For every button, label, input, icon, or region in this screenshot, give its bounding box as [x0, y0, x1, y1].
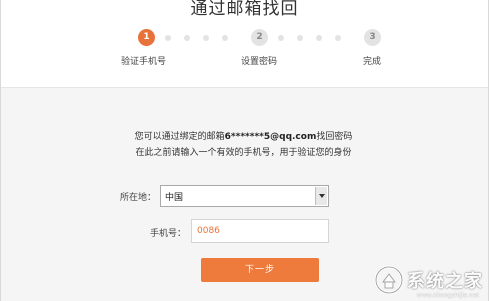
progress-dot [203, 35, 209, 41]
phone-label: 手机号： [149, 229, 186, 239]
progress-dot [278, 35, 284, 41]
location-select[interactable]: 中国 [160, 185, 329, 207]
watermark-url: www.xitongzhijia.net [416, 292, 479, 299]
watermark-text: 系统之家 [407, 271, 483, 292]
progress-dot [335, 35, 341, 41]
step-3-label: 完成 [363, 57, 382, 67]
location-selected-value: 中国 [165, 193, 184, 203]
instruction-line-1: 您可以通过绑定的邮箱6*******5@qq.com找回密码 [0, 129, 487, 142]
step-2-indicator: 2 [251, 29, 268, 46]
header: 通过邮箱找回 1 2 3 验证手机号 设置密码 完成 [1, 0, 488, 87]
instruction-prefix: 您可以通过绑定的邮箱 [134, 132, 225, 142]
progress-dot [222, 35, 228, 41]
phone-input[interactable] [191, 219, 329, 243]
step-2-label: 设置密码 [241, 57, 278, 67]
page-title: 通过邮箱找回 [190, 0, 299, 19]
step-1-label: 验证手机号 [121, 57, 167, 67]
chevron-down-icon[interactable] [315, 187, 327, 205]
step-3-indicator: 3 [364, 29, 381, 46]
progress-dot [165, 35, 171, 41]
instruction-suffix: 找回密码 [316, 132, 353, 142]
next-button[interactable]: 下一步 [201, 258, 319, 282]
watermark-logo-icon [374, 265, 404, 295]
progress-dot [297, 35, 303, 41]
instruction-line-2: 在此之前请输入一个有效的手机号，用于验证您的身份 [135, 148, 352, 158]
step-1-indicator: 1 [138, 29, 155, 46]
watermark: 系统之家 www.xitongzhijia.net [374, 262, 483, 299]
progress-dot [184, 35, 190, 41]
location-label: 所在地： [119, 193, 156, 203]
progress-dot [316, 35, 322, 41]
masked-email: 6*******5@qq.com [224, 132, 317, 142]
